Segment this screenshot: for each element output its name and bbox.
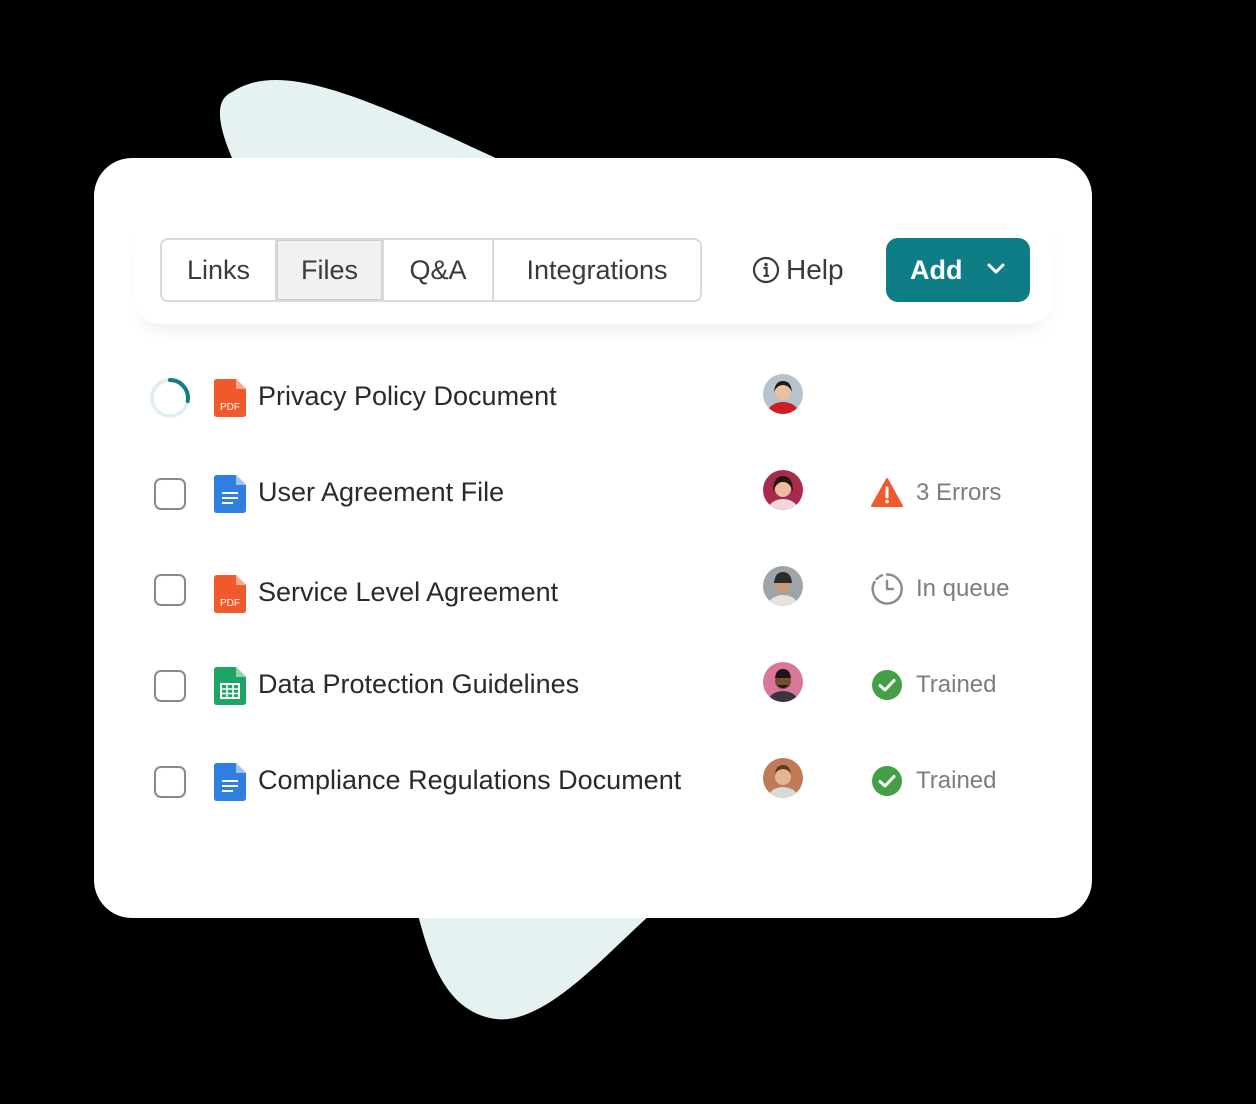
check-circle-icon	[872, 670, 902, 700]
avatar	[763, 374, 803, 414]
avatar	[763, 470, 803, 510]
status-trained: Trained	[870, 764, 996, 798]
check-circle-icon	[872, 766, 902, 796]
doc-file-icon	[214, 763, 246, 801]
row-checkbox[interactable]	[154, 478, 186, 510]
avatar	[763, 662, 803, 702]
avatar	[763, 566, 803, 606]
status-label: Trained	[916, 671, 997, 698]
status-label: In queue	[916, 575, 1010, 602]
svg-text:PDF: PDF	[220, 402, 240, 413]
file-row[interactable]: Data Protection Guidelines Trained	[94, 656, 1092, 716]
row-checkbox[interactable]	[154, 766, 186, 798]
file-row[interactable]: User Agreement File 3 Errors	[94, 464, 1092, 524]
file-row[interactable]: Compliance Regulations Document Trained	[94, 752, 1092, 812]
svg-text:PDF: PDF	[220, 598, 240, 609]
add-button[interactable]: Add	[886, 238, 1030, 302]
doc-file-icon	[214, 475, 246, 513]
file-row[interactable]: PDF Privacy Policy Document	[94, 368, 1092, 428]
pdf-file-icon: PDF	[214, 575, 246, 613]
status-label: Trained	[916, 767, 997, 794]
avatar	[763, 758, 803, 798]
file-name: Privacy Policy Document	[258, 381, 557, 411]
loading-spinner-icon	[150, 378, 190, 418]
toolbar: Links Files Q&A Integrations Help Add	[134, 206, 1054, 324]
tab-links[interactable]: Links	[162, 240, 277, 300]
file-row[interactable]: PDF Service Level Agreement In queue	[94, 560, 1092, 620]
row-checkbox[interactable]	[154, 670, 186, 702]
sheet-file-icon	[214, 667, 246, 705]
file-name: Service Level Agreement	[258, 577, 559, 607]
add-button-label: Add	[910, 254, 963, 285]
row-checkbox[interactable]	[154, 574, 186, 606]
help-label: Help	[786, 254, 844, 285]
status-queue: In queue	[870, 572, 1009, 606]
files-panel: Links Files Q&A Integrations Help Add PD…	[94, 158, 1092, 918]
tab-qa[interactable]: Q&A	[384, 240, 494, 300]
pdf-file-icon: PDF	[214, 379, 246, 417]
status-label: 3 Errors	[916, 479, 1002, 506]
status-error: 3 Errors	[870, 476, 1001, 510]
warning-icon	[871, 478, 903, 507]
clock-icon	[871, 573, 903, 605]
file-name: Data Protection Guidelines	[258, 669, 580, 699]
tab-group: Links Files Q&A Integrations	[160, 238, 702, 302]
chevron-down-icon	[987, 263, 1005, 274]
tab-integrations[interactable]: Integrations	[494, 240, 700, 300]
help-link[interactable]: Help	[752, 238, 844, 302]
file-name: User Agreement File	[258, 477, 505, 507]
status-trained: Trained	[870, 668, 996, 702]
file-name: Compliance Regulations Document	[258, 765, 682, 795]
info-circle-icon	[752, 256, 780, 284]
tab-files[interactable]: Files	[277, 240, 384, 300]
